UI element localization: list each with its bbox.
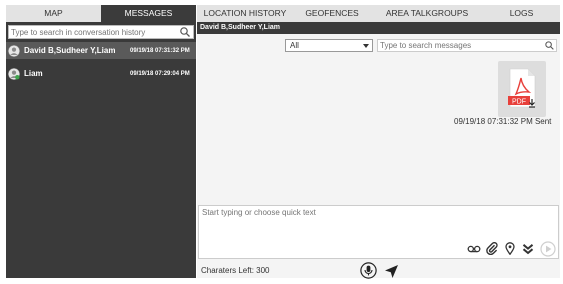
conversation-search-input[interactable]	[9, 26, 177, 38]
message-filter-value: All	[290, 41, 299, 50]
user-avatar-icon	[8, 67, 20, 80]
conversation-time: 09/19/18 07:29:04 PM	[130, 70, 190, 77]
message-search	[377, 39, 557, 52]
tab-messages[interactable]: MESSAGES	[101, 5, 196, 22]
left-tab-bar: MAP MESSAGES	[6, 5, 196, 22]
message-search-input[interactable]	[378, 40, 540, 51]
message-meta: 09/19/18 07:31:32 PM Sent	[454, 117, 552, 126]
group-avatar-icon	[8, 44, 20, 57]
message-filter-select[interactable]: All	[285, 39, 373, 52]
search-icon[interactable]	[544, 40, 555, 51]
pdf-badge: PDF	[512, 98, 526, 105]
conversation-time: 09/19/18 07:31:32 PM	[130, 47, 190, 54]
characters-left: Charaters Left: 300	[201, 266, 270, 275]
pdf-file-icon: PDF	[508, 68, 536, 108]
caret-down-icon	[363, 44, 369, 48]
microphone-icon[interactable]	[360, 262, 377, 279]
location-pin-icon[interactable]	[503, 242, 517, 256]
tab-geofences[interactable]: GEOFENCES	[293, 5, 371, 22]
paperclip-icon[interactable]	[485, 242, 499, 256]
conversation-item[interactable]: Liam 09/19/18 07:29:04 PM	[6, 65, 196, 82]
send-arrow-icon[interactable]	[384, 264, 399, 279]
conversation-panel: David B,Sudheer Y,Liam 09/19/18 07:31:32…	[6, 22, 196, 278]
compose-toolbar	[467, 240, 556, 257]
tab-location-history[interactable]: LOCATION HISTORY	[197, 5, 293, 22]
pdf-attachment[interactable]: PDF	[498, 61, 546, 117]
tab-map[interactable]: MAP	[6, 5, 101, 22]
tab-logs[interactable]: LOGS	[483, 5, 560, 22]
voicemail-icon[interactable]	[467, 242, 481, 256]
tab-area-talkgroups[interactable]: AREA TALKGROUPS	[371, 5, 483, 22]
conversation-search	[8, 25, 194, 39]
quick-text-icon[interactable]	[521, 242, 535, 256]
right-tab-bar: LOCATION HISTORY GEOFENCES AREA TALKGROU…	[197, 5, 560, 22]
send-button[interactable]	[539, 240, 556, 257]
conversation-name: Liam	[24, 69, 43, 78]
chat-title: David B,Sudheer Y,Liam	[197, 22, 560, 34]
conversation-name: David B,Sudheer Y,Liam	[24, 46, 116, 55]
chat-area: All PDF 09/19/18 07:31:32 PM Sent	[197, 34, 560, 279]
compose-box	[198, 205, 559, 259]
search-icon[interactable]	[179, 26, 191, 38]
compose-input[interactable]	[200, 206, 557, 242]
conversation-item[interactable]: David B,Sudheer Y,Liam 09/19/18 07:31:32…	[6, 42, 196, 59]
